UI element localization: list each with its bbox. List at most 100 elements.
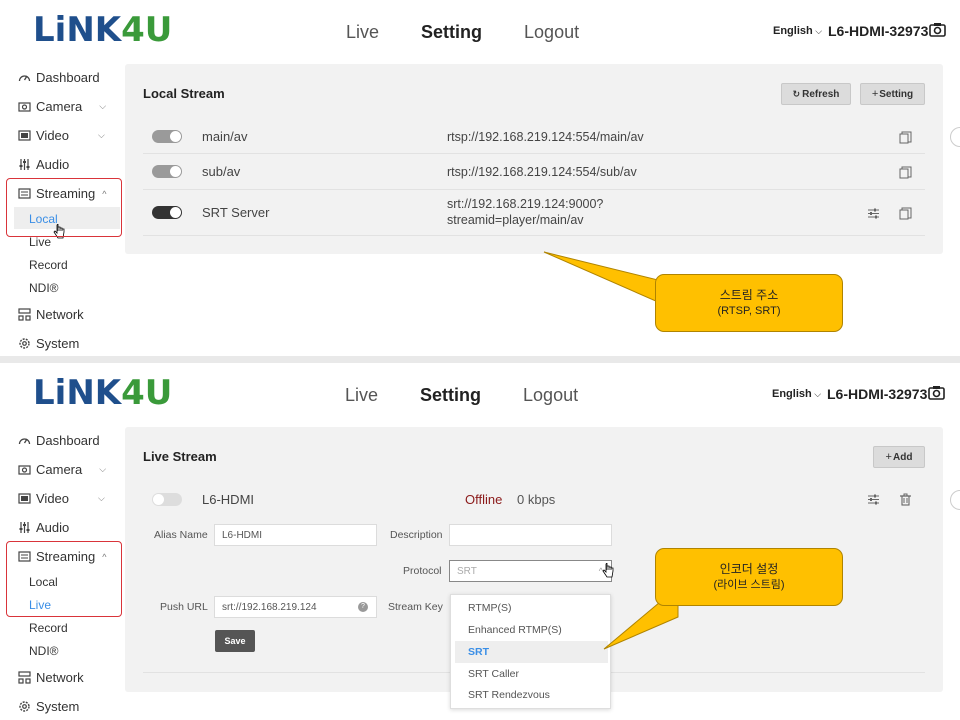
callout-pointer [543, 251, 659, 303]
sidebar-sub-record[interactable]: Record [29, 621, 68, 635]
panel-local-stream: LiNK4U Live Setting Logout English ⌵ L6-… [0, 0, 960, 356]
network-icon [18, 308, 31, 321]
annotation-callout: 인코더 설정 (라이브 스트림) [655, 548, 843, 606]
panel-divider [0, 356, 960, 363]
nav-setting[interactable]: Setting [421, 22, 482, 43]
settings-sliders-icon[interactable] [867, 207, 880, 220]
camera-icon[interactable] [929, 22, 946, 37]
language-select[interactable]: English ⌵ [773, 25, 822, 37]
highlight-box [6, 541, 122, 617]
top-nav: Live Setting Logout [345, 385, 620, 406]
live-stream-row: L6-HDMI Offline 0 kbps [143, 482, 925, 517]
sidebar-sub-ndi[interactable]: NDI® [29, 644, 59, 658]
video-icon [18, 493, 31, 504]
edge-button[interactable] [950, 490, 960, 510]
trash-icon[interactable] [899, 493, 912, 506]
top-nav: Live Setting Logout [346, 22, 621, 43]
sidebar-item-camera[interactable]: Camera ⌵ [18, 99, 106, 114]
sidebar-item-system[interactable]: System [18, 699, 79, 714]
nav-live[interactable]: Live [346, 22, 379, 43]
stream-key-label: Stream Key [388, 601, 443, 613]
push-url-input[interactable]: srt://192.168.219.124? [214, 596, 377, 618]
language-select[interactable]: English ⌵ [772, 388, 821, 400]
sidebar-item-system[interactable]: System [18, 336, 79, 351]
sidebar-sub-live[interactable]: Live [29, 235, 51, 249]
sidebar-item-camera[interactable]: Camera ⌵ [18, 462, 106, 477]
alias-input[interactable]: L6-HDMI [214, 524, 377, 546]
nav-logout[interactable]: Logout [523, 385, 578, 406]
camera-icon [18, 102, 31, 112]
video-icon [18, 130, 31, 141]
save-button[interactable]: Save [215, 630, 255, 652]
gear-icon [19, 701, 30, 712]
nav-live[interactable]: Live [345, 385, 378, 406]
sidebar-item-dashboard[interactable]: Dashboard [18, 70, 100, 85]
local-stream-card: Local Stream ↻ Refresh + Setting main/av r… [125, 64, 943, 254]
protocol-option[interactable]: Enhanced RTMP(S) [451, 619, 611, 641]
settings-sliders-icon[interactable] [867, 493, 880, 506]
hand-cursor-icon [602, 563, 614, 578]
stream-toggle[interactable] [152, 206, 182, 219]
protocol-label: Protocol [403, 565, 442, 577]
sidebar-item-audio[interactable]: Audio [18, 157, 69, 172]
link4u-logo: LiNK4U [33, 10, 173, 50]
refresh-button[interactable]: ↻ Refresh [781, 83, 851, 105]
camera-icon [18, 465, 31, 475]
sidebar-sub-record[interactable]: Record [29, 258, 68, 272]
chevron-down-icon: ⌵ [99, 464, 107, 474]
protocol-dropdown: RTMP(S) Enhanced RTMP(S) SRT SRT Caller … [450, 594, 611, 709]
card-title: Live Stream [143, 449, 217, 464]
copy-icon[interactable] [899, 131, 912, 144]
copy-icon[interactable] [899, 207, 912, 220]
chevron-down-icon: ⌵ [98, 493, 105, 503]
description-label: Description [390, 529, 443, 541]
help-icon[interactable]: ? [358, 602, 368, 612]
network-icon [18, 671, 31, 684]
stream-row: SRT Server srt://192.168.219.124:9000? st… [143, 190, 925, 236]
protocol-option[interactable]: SRT Caller [451, 663, 611, 685]
sidebar-item-network[interactable]: Network [18, 307, 84, 322]
description-input[interactable] [449, 524, 612, 546]
chevron-down-icon: ⌵ [812, 26, 823, 36]
stream-row: sub/av rtsp://192.168.219.124:554/sub/av [143, 154, 925, 190]
copy-icon[interactable] [899, 166, 912, 179]
sidebar-sub-ndi[interactable]: NDI® [29, 281, 59, 295]
alias-label: Alias Name [154, 529, 208, 541]
highlight-box [6, 178, 122, 237]
audio-icon [19, 522, 30, 533]
stream-url: srt://192.168.219.124:9000? streamid=play… [447, 197, 604, 227]
nav-setting[interactable]: Setting [420, 385, 481, 406]
gear-icon [19, 338, 30, 349]
add-button[interactable]: + Add [873, 446, 925, 468]
setting-button[interactable]: + Setting [860, 83, 925, 105]
nav-logout[interactable]: Logout [524, 22, 579, 43]
chevron-down-icon: ⌵ [811, 389, 822, 399]
sidebar-item-network[interactable]: Network [18, 670, 84, 685]
card-title: Local Stream [143, 86, 225, 101]
link4u-logo: LiNK4U [33, 373, 173, 413]
camera-icon[interactable] [928, 385, 945, 400]
plus-icon: + [871, 88, 879, 100]
protocol-option[interactable]: SRT Rendezvous [451, 684, 611, 706]
bitrate-value: 0 kbps [517, 492, 556, 507]
dashboard-icon [18, 438, 31, 445]
device-name: L6-HDMI-32973 [828, 23, 929, 39]
push-url-label: Push URL [160, 601, 208, 613]
sidebar-item-video[interactable]: Video ⌵ [18, 128, 105, 143]
stream-row: main/av rtsp://192.168.219.124:554/main/… [143, 119, 925, 154]
chevron-down-icon: ⌵ [98, 130, 105, 140]
annotation-callout: 스트림 주소 (RTSP, SRT) [655, 274, 843, 332]
stream-toggle[interactable] [152, 165, 182, 178]
protocol-option[interactable]: RTMP(S) [451, 597, 611, 619]
sidebar-item-audio[interactable]: Audio [18, 520, 69, 535]
audio-icon [19, 159, 30, 170]
stream-toggle[interactable] [152, 493, 182, 506]
sidebar-item-video[interactable]: Video ⌵ [18, 491, 105, 506]
protocol-select[interactable]: SRT ^ [449, 560, 612, 582]
panel-live-stream: LiNK4U Live Setting Logout English ⌵ L6-… [0, 363, 960, 720]
sidebar-item-dashboard[interactable]: Dashboard [18, 433, 100, 448]
edge-button[interactable] [950, 127, 960, 147]
device-name: L6-HDMI-32973 [827, 386, 928, 402]
stream-toggle[interactable] [152, 130, 182, 143]
protocol-option-selected[interactable]: SRT [455, 641, 608, 663]
